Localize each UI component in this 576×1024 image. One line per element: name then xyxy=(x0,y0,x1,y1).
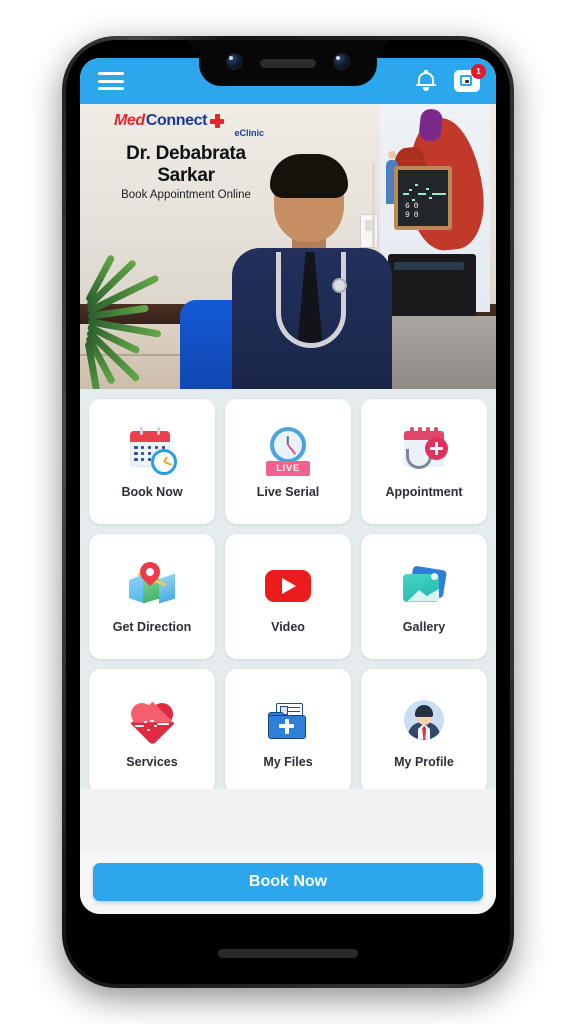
book-now-button[interactable]: Book Now xyxy=(93,863,483,901)
banner-tagline: Book Appointment Online xyxy=(121,189,251,201)
front-camera-left-icon xyxy=(226,53,243,70)
tile-book-now[interactable]: Book Now xyxy=(89,399,215,524)
banner-text-block: Med Connect eClinic Dr. Debabrata Sarkar… xyxy=(80,112,276,201)
tile-my-profile[interactable]: My Profile xyxy=(361,669,487,789)
header-actions: 1 xyxy=(416,64,486,92)
tile-my-files[interactable]: My Files xyxy=(225,669,351,789)
live-badge: LIVE xyxy=(266,460,310,476)
calendar-clock-icon xyxy=(127,425,177,475)
clinic-desk xyxy=(380,316,496,389)
tile-label: Services xyxy=(126,754,178,769)
ekg-trace xyxy=(403,184,449,201)
potted-plant xyxy=(80,252,168,389)
live-clock-icon: LIVE xyxy=(263,425,313,476)
earpiece-speaker xyxy=(260,59,316,68)
tile-video[interactable]: Video xyxy=(225,534,351,659)
tile-label: My Files xyxy=(263,754,313,769)
tile-services[interactable]: Services xyxy=(89,669,215,789)
desk-monitor xyxy=(388,254,476,316)
bell-icon[interactable] xyxy=(416,70,436,92)
doctor-name: Dr. Debabrata Sarkar xyxy=(126,143,246,186)
tile-gallery[interactable]: Gallery xyxy=(361,534,487,659)
calendar-stethoscope-icon xyxy=(399,425,449,475)
stethoscope xyxy=(276,252,346,348)
tile-label: Appointment xyxy=(385,484,463,499)
ekg-monitor-board: 60 90 xyxy=(394,166,452,230)
vitals-numbers: 60 90 xyxy=(405,202,423,220)
tile-label: Live Serial xyxy=(256,484,320,499)
tile-label: Video xyxy=(271,619,305,634)
user-avatar-icon xyxy=(399,695,449,745)
phone-bezel: 1 60 90 Med Connect eClinic Dr. Debabrat… xyxy=(66,40,510,984)
screenshot-canvas: 1 60 90 Med Connect eClinic Dr. Debabrat… xyxy=(0,0,576,1024)
medical-folder-icon xyxy=(263,695,313,745)
tile-live-serial[interactable]: LIVE Live Serial xyxy=(225,399,351,524)
phone-screen: 1 60 90 Med Connect eClinic Dr. Debabrat… xyxy=(80,58,496,914)
tile-label: Book Now xyxy=(121,484,183,499)
map-pin-icon xyxy=(127,557,177,610)
tile-label: My Profile xyxy=(394,754,454,769)
front-camera-right-icon xyxy=(333,53,350,70)
tile-label: Gallery xyxy=(402,619,446,634)
youtube-play-icon xyxy=(263,560,313,610)
card-icon[interactable]: 1 xyxy=(454,64,486,92)
hamburger-menu-icon[interactable] xyxy=(98,72,124,90)
tile-get-direction[interactable]: Get Direction xyxy=(89,534,215,659)
menu-grid: Book Now LIVE Live Serial Appointment Ge… xyxy=(89,399,487,789)
phone-notch xyxy=(199,40,377,86)
stethoscope-bell xyxy=(332,278,347,293)
phone-device-frame: 1 60 90 Med Connect eClinic Dr. Debabrat… xyxy=(62,36,514,988)
notification-badge: 1 xyxy=(471,64,486,79)
tile-appointment[interactable]: Appointment xyxy=(361,399,487,524)
logo-connect-text: Connect xyxy=(145,112,208,129)
clinic-banner: 60 90 Med Connect eClinic Dr. Debabrata … xyxy=(80,104,496,389)
photo-stack-icon xyxy=(399,560,449,610)
heart-pulse-icon xyxy=(126,695,178,746)
logo-med-text: Med xyxy=(114,112,145,129)
bottom-action-bar: Book Now xyxy=(80,853,496,914)
menu-grid-area: Book Now LIVE Live Serial Appointment Ge… xyxy=(80,389,496,789)
bottom-speaker-grille xyxy=(218,949,358,958)
tile-label: Get Direction xyxy=(112,619,192,634)
medical-cross-icon xyxy=(210,114,225,128)
